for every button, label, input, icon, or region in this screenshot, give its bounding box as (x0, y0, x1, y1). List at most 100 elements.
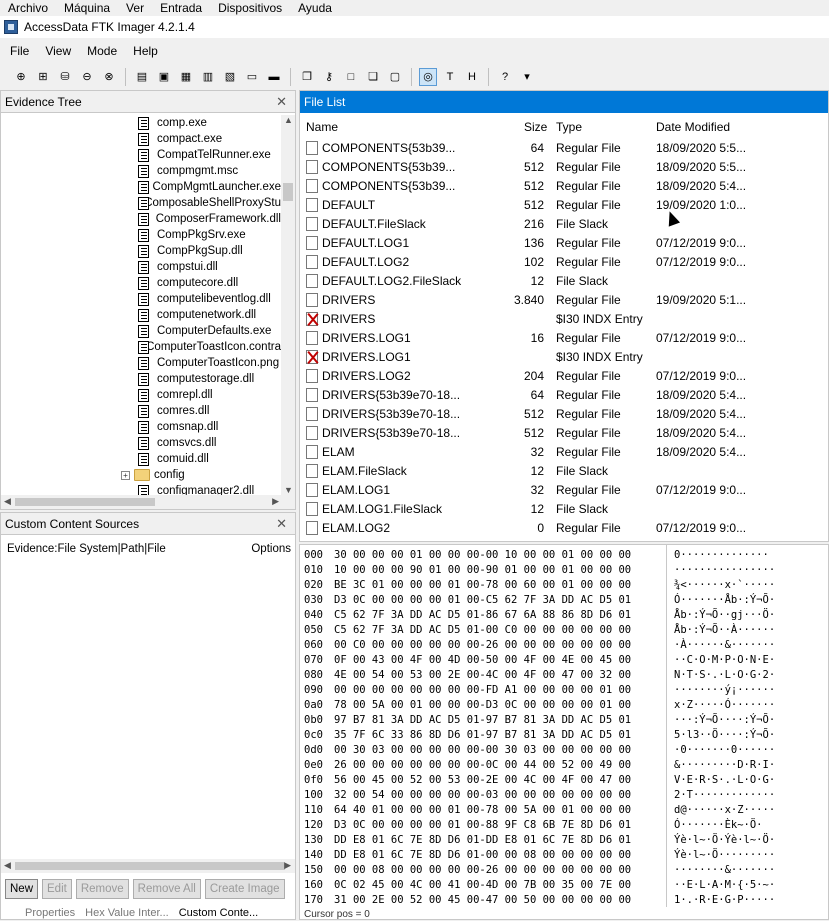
column-type[interactable]: Type (556, 120, 582, 134)
new-document-icon[interactable]: □ (342, 68, 360, 86)
hex-ascii[interactable]: ·À······&······· (674, 639, 775, 651)
export-files-icon[interactable]: ❐ (298, 68, 316, 86)
hex-bytes[interactable]: 78 00 5A 00 01 00 00 00-D3 0C 00 00 00 0… (334, 699, 631, 711)
close-icon[interactable]: ✕ (276, 516, 291, 532)
host-menu-item[interactable]: Máquina (56, 1, 118, 15)
tree-item[interactable]: CompMgmtLauncher.exe (1, 179, 281, 195)
host-menu-item[interactable]: Ver (118, 1, 152, 15)
add-evidence-icon[interactable]: ⊕ (12, 68, 30, 86)
hex-ascii[interactable]: ¾<······x·`····· (674, 579, 775, 591)
host-menu-item[interactable]: Archivo (0, 1, 56, 15)
hex-ascii[interactable]: ········&······· (674, 864, 775, 876)
menu-view[interactable]: View (35, 44, 77, 58)
new-button[interactable]: New (5, 879, 39, 899)
add-all-evidence-icon[interactable]: ⊞ (34, 68, 52, 86)
hex-bytes[interactable]: D3 0C 00 00 00 00 01 00-C5 62 7F 3A DD A… (334, 594, 631, 606)
file-row[interactable]: DRIVERS{53b39e70-18... 64 Regular File 18/0… (300, 386, 829, 405)
dropdown-icon[interactable]: ▾ (518, 68, 536, 86)
file-row[interactable]: ELAM.LOG1.FileSlack 12 File Slack (300, 500, 829, 519)
hex-view-icon[interactable]: H (463, 68, 481, 86)
tree-item[interactable]: compstui.dll (1, 259, 281, 275)
file-row[interactable]: ELAM.LOG1 32 Regular File 07/12/2019 9:0... (300, 481, 829, 500)
hex-ascii[interactable]: &·········D·R·I· (674, 759, 775, 771)
tree-item[interactable]: configmanager2.dll (1, 483, 281, 495)
file-row[interactable]: DEFAULT.LOG2 102 Regular File 07/12/2019 9:… (300, 253, 829, 272)
hex-bytes[interactable]: 30 00 00 00 01 00 00 00-00 10 00 00 01 0… (334, 549, 631, 561)
remove-button[interactable]: Remove (75, 879, 129, 899)
tree-item[interactable]: CompPkgSrv.exe (1, 227, 281, 243)
hex-ascii[interactable]: Ó·······Èk~·Ö· (674, 819, 763, 831)
column-name[interactable]: Name (306, 120, 338, 134)
hex-ascii[interactable]: 1·.·R·E·G·P····· (674, 894, 775, 906)
tab-0[interactable]: Properties (25, 907, 75, 921)
hex-ascii[interactable]: 5·l3··Ö····:Ý¬Õ· (674, 729, 775, 741)
hex-bytes[interactable]: 00 C0 00 00 00 00 00 00-26 00 00 00 00 0… (334, 639, 631, 651)
hex-bytes[interactable]: 00 00 00 00 00 00 00 00-FD A1 00 00 00 0… (334, 684, 631, 696)
text-view-icon[interactable]: T (441, 68, 459, 86)
tree-item[interactable]: CompatTelRunner.exe (1, 147, 281, 163)
column-date-modified[interactable]: Date Modified (656, 120, 730, 134)
menu-mode[interactable]: Mode (77, 44, 123, 58)
hex-ascii[interactable]: Åb·:Ý¬Õ··gj···Ö· (674, 609, 775, 621)
host-menu-item[interactable]: Ayuda (290, 1, 340, 15)
evidence-tree-hscrollbar[interactable]: ◀ ▶ (1, 495, 295, 509)
decrypt-icon[interactable]: ▭ (243, 68, 261, 86)
file-row[interactable]: ELAM.FileSlack 12 File Slack (300, 462, 829, 481)
hex-ascii[interactable]: ··E·L·A·M·{·5·~· (674, 879, 775, 891)
expand-icon[interactable]: + (121, 470, 130, 480)
remove-evidence-icon[interactable]: ⊖ (78, 68, 96, 86)
file-row[interactable]: ELAM.LOG2 0 Regular File 07/12/2019 9:0... (300, 519, 829, 538)
close-icon[interactable]: ✕ (276, 94, 291, 110)
export-disk-image-icon[interactable]: ▣ (155, 68, 173, 86)
scroll-right-icon[interactable]: ▶ (272, 496, 279, 507)
hex-bytes[interactable]: 00 30 03 00 00 00 00 00-00 30 03 00 00 0… (334, 744, 631, 756)
hex-bytes[interactable]: 10 00 00 00 90 01 00 00-90 01 00 00 01 0… (334, 564, 631, 576)
hex-bytes[interactable]: 64 40 01 00 00 00 01 00-78 00 5A 00 01 0… (334, 804, 631, 816)
edit-button[interactable]: Edit (42, 879, 72, 899)
scroll-left-icon[interactable]: ◀ (4, 496, 11, 507)
file-row[interactable]: DEFAULT.FileSlack 216 File Slack (300, 215, 829, 234)
hex-ascii[interactable]: V·E·R·S·.·L·O·G· (674, 774, 775, 786)
column-options[interactable]: Options (251, 543, 291, 555)
file-row[interactable]: DRIVERS 3.840 Regular File 19/09/2020 5:1..… (300, 291, 829, 310)
tree-item[interactable]: CompPkgSup.dll (1, 243, 281, 259)
hex-ascii[interactable]: ··C·O·M·P·O·N·E· (674, 654, 775, 666)
tree-item[interactable]: comres.dll (1, 403, 281, 419)
hex-bytes[interactable]: BE 3C 01 00 00 00 01 00-78 00 60 00 01 0… (334, 579, 631, 591)
tree-item[interactable]: computenetwork.dll (1, 307, 281, 323)
add-to-custom-icon[interactable]: ▥ (199, 68, 217, 86)
column-evidence[interactable]: Evidence:File System|Path|File (7, 543, 166, 555)
tree-item[interactable]: comp.exe (1, 115, 281, 131)
column-size[interactable]: Size (524, 120, 547, 134)
scrollbar-thumb[interactable] (15, 862, 285, 870)
remove-all-button[interactable]: Remove All (132, 879, 201, 899)
file-row[interactable]: DEFAULT.LOG1 136 Regular File 07/12/2019 9:… (300, 234, 829, 253)
file-row[interactable]: DEFAULT 512 Regular File 19/09/2020 1:0... (300, 196, 829, 215)
image-mounting-icon[interactable]: ⛁ (56, 68, 74, 86)
hex-bytes[interactable]: 97 B7 81 3A DD AC D5 01-97 B7 81 3A DD A… (334, 714, 631, 726)
tree-item[interactable]: computelibeventlog.dll (1, 291, 281, 307)
hex-ascii[interactable]: ·0·······0······ (674, 744, 775, 756)
hex-ascii[interactable]: Ó·······Åb·:Ý¬Õ· (674, 594, 775, 606)
create-disk-image-icon[interactable]: ▤ (133, 68, 151, 86)
hex-bytes[interactable]: 26 00 00 00 00 00 00 00-0C 00 44 00 52 0… (334, 759, 631, 771)
help-icon[interactable]: ? (496, 68, 514, 86)
scroll-left-icon[interactable]: ◀ (4, 860, 11, 871)
file-row[interactable]: DRIVERS.LOG1 $I30 INDX Entry (300, 348, 829, 367)
remove-all-icon[interactable]: ⊗ (100, 68, 118, 86)
tree-item[interactable]: ComputerDefaults.exe (1, 323, 281, 339)
tree-item[interactable]: comsnap.dll (1, 419, 281, 435)
evidence-tree-list[interactable]: comp.exe compact.exe CompatTelRunner.exe co… (1, 115, 281, 495)
scroll-down-icon[interactable]: ▼ (284, 485, 293, 495)
hex-bytes[interactable]: 35 7F 6C 33 86 8D D6 01-97 B7 81 3A DD A… (334, 729, 631, 741)
tab-1[interactable]: Hex Value Inter... (85, 907, 169, 921)
hex-bytes[interactable]: C5 62 7F 3A DD AC D5 01-00 C0 00 00 00 0… (334, 624, 631, 636)
hex-bytes[interactable]: 4E 00 54 00 53 00 2E 00-4C 00 4F 00 47 0… (334, 669, 631, 681)
auto-view-icon[interactable]: ◎ (419, 68, 437, 86)
file-row[interactable]: DRIVERS{53b39e70-18... 512 Regular File 18/… (300, 424, 829, 443)
tree-item[interactable]: computecore.dll (1, 275, 281, 291)
copy-icon[interactable]: ❏ (364, 68, 382, 86)
tree-item[interactable]: ComputerToastIcon.contra (1, 339, 281, 355)
file-row[interactable]: DRIVERS{53b39e70-18... 512 Regular File 18/… (300, 405, 829, 424)
hex-ascii[interactable]: Ýè·l~·Ö········· (674, 849, 775, 861)
